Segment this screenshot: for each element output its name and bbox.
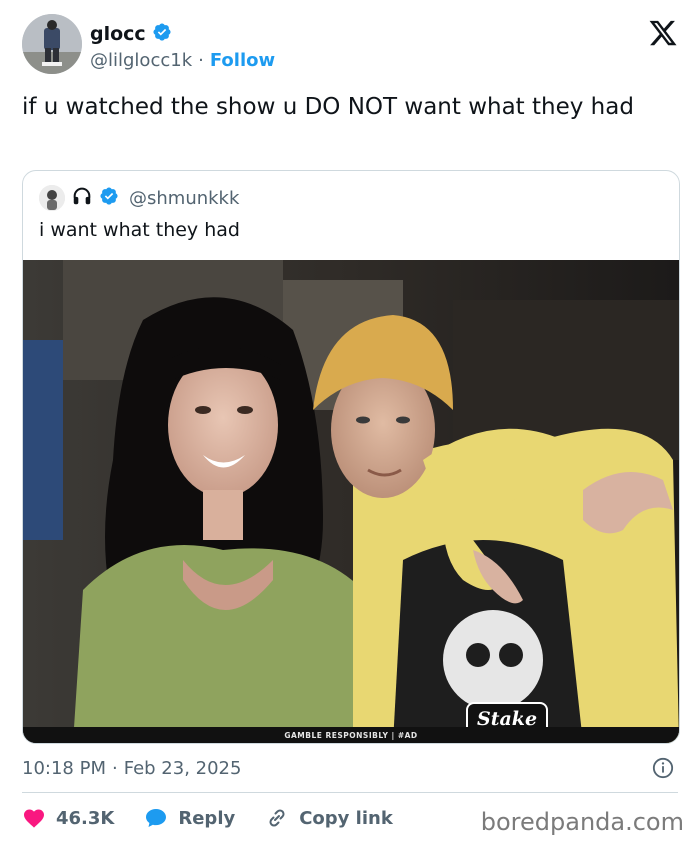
like-count: 46.3K [56,807,115,829]
photo-illustration [23,260,679,743]
ad-disclaimer-bar: GAMBLE RESPONSIBLY | #AD [23,727,679,743]
author-display-name[interactable]: glocc [90,23,146,45]
tweet-date[interactable]: Feb 23, 2025 [124,758,242,779]
x-logo-icon[interactable] [648,18,678,48]
quoted-tweet-text: i want what they had [39,219,240,241]
tweet-actions: 46.3K Reply Copy link [22,804,423,832]
reply-button[interactable]: Reply [144,806,235,830]
copy-link-label: Copy link [299,807,393,829]
headphones-icon [71,185,93,211]
tweet-meta: 10:18 PM · Feb 23, 2025 [22,753,678,783]
meta-separator: · [111,757,118,779]
verified-badge-icon [152,22,172,46]
speech-bubble-icon [146,809,167,827]
author-handle[interactable]: @lilglocc1k [90,50,192,71]
heart-icon [24,809,44,828]
info-icon[interactable] [652,757,674,779]
quoted-tweet-photo[interactable]: Stake GAMBLE RESPONSIBLY | #AD [23,260,679,743]
tweet-header: glocc @lilglocc1k · Follow [22,14,682,78]
quoted-tweet-card[interactable]: @shmunkkk i want what they had Stake GAM… [22,170,680,744]
author-handle-row: @lilglocc1k · Follow [90,50,275,71]
actions-divider [22,792,678,793]
quoted-tweet-header: @shmunkkk [39,185,239,211]
tweet-text: if u watched the show u DO NOT want what… [22,94,634,120]
link-icon [269,809,285,827]
watermark: boredpanda.com [480,808,684,836]
handle-separator: · [198,50,204,71]
like-button[interactable]: 46.3K [22,806,114,830]
quoted-verified-badge-icon [99,186,119,210]
reply-label: Reply [178,807,236,829]
author-avatar[interactable] [22,14,82,74]
copy-link-button[interactable]: Copy link [265,806,393,830]
quoted-author-avatar[interactable] [39,185,65,211]
follow-button[interactable]: Follow [210,50,275,71]
tweet-time[interactable]: 10:18 PM [22,758,106,779]
author-name-row: glocc [90,22,172,46]
quoted-author-handle[interactable]: @shmunkkk [129,188,239,209]
